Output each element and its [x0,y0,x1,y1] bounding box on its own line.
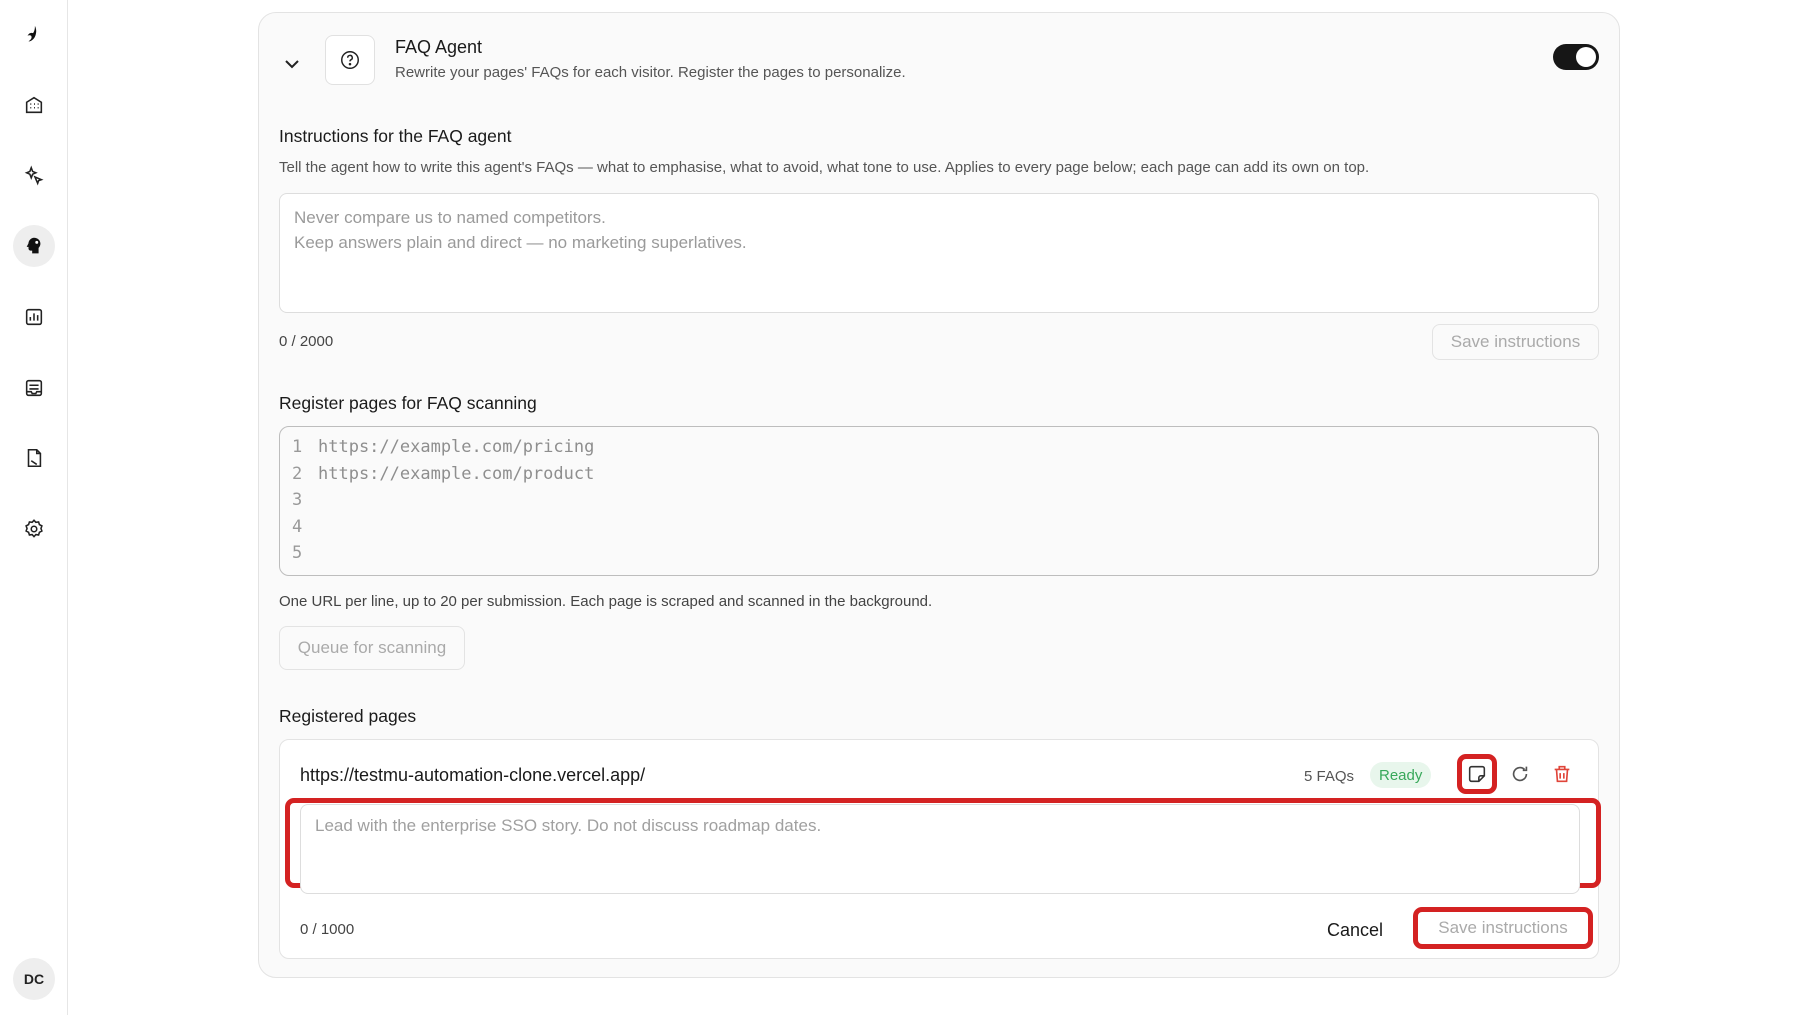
status-badge: Ready [1370,762,1432,788]
document-icon[interactable] [13,437,55,479]
registered-page-row: https://testmu-automation-clone.vercel.a… [279,739,1601,959]
instructions-title: Instructions for the FAQ agent [279,126,512,146]
instructions-counter: 0 / 2000 [279,333,334,350]
line-text: https://example.com/pricing [318,437,595,457]
queue-for-scanning-button[interactable]: Queue for scanning [279,626,465,670]
agent-enabled-toggle[interactable] [1553,44,1599,70]
page-instructions-textarea[interactable]: Lead with the enterprise SSO story. Do n… [300,804,1580,894]
faq-count: 5 FAQs [1304,768,1355,785]
save-instructions-button[interactable]: Save instructions [1432,324,1599,360]
agent-head-icon[interactable] [13,225,55,267]
chart-icon[interactable] [13,296,55,338]
agent-subtitle: Rewrite your pages' FAQs for each visito… [395,64,906,81]
cancel-button[interactable]: Cancel [1327,920,1383,941]
agent-title: FAQ Agent [395,37,483,57]
registered-title: Registered pages [279,706,417,726]
code-line: 5 [292,543,1586,570]
line-number: 2 [292,463,303,484]
sidebar: DC [0,0,68,1015]
line-text: https://example.com/product [318,463,595,484]
inbox-icon[interactable] [13,367,55,409]
register-help: One URL per line, up to 20 per submissio… [279,593,933,610]
instructions-textarea[interactable]: Never compare us to named competitors. K… [279,193,1599,313]
line-number: 3 [292,490,303,510]
save-page-instructions-button[interactable]: Save instructions [1420,914,1586,942]
url-code-editor[interactable]: 1 https://example.com/pricing 2 https://ex… [279,426,1599,576]
code-line: 4 [292,517,1586,544]
trash-icon[interactable] [1547,759,1577,789]
toggle-knob [1576,47,1596,67]
faq-agent-card: FAQ Agent Rewrite your pages' FAQs for e… [258,12,1620,978]
sparkle-pointer-icon[interactable] [13,155,55,197]
line-number: 1 [292,437,303,457]
line-number: 5 [292,543,303,563]
page-url[interactable]: https://testmu-automation-clone.vercel.a… [300,765,645,786]
instructions-help: Tell the agent how to write this agent's… [279,159,1370,176]
building-icon[interactable] [13,84,55,126]
logo-icon[interactable] [13,14,55,56]
refresh-icon[interactable] [1505,759,1535,789]
code-line: 3 [292,490,1586,517]
edit-note-icon[interactable] [1462,759,1492,789]
line-number: 4 [292,516,303,537]
chevron-down-icon[interactable] [281,53,303,75]
avatar[interactable]: DC [13,958,55,1000]
help-circle-icon [325,35,375,85]
code-line: 2 https://example.com/product [292,464,1586,491]
gear-icon[interactable] [13,508,55,550]
register-title: Register pages for FAQ scanning [279,393,537,413]
page-instructions-counter: 0 / 1000 [300,921,355,938]
code-line: 1 https://example.com/pricing [292,437,1586,464]
